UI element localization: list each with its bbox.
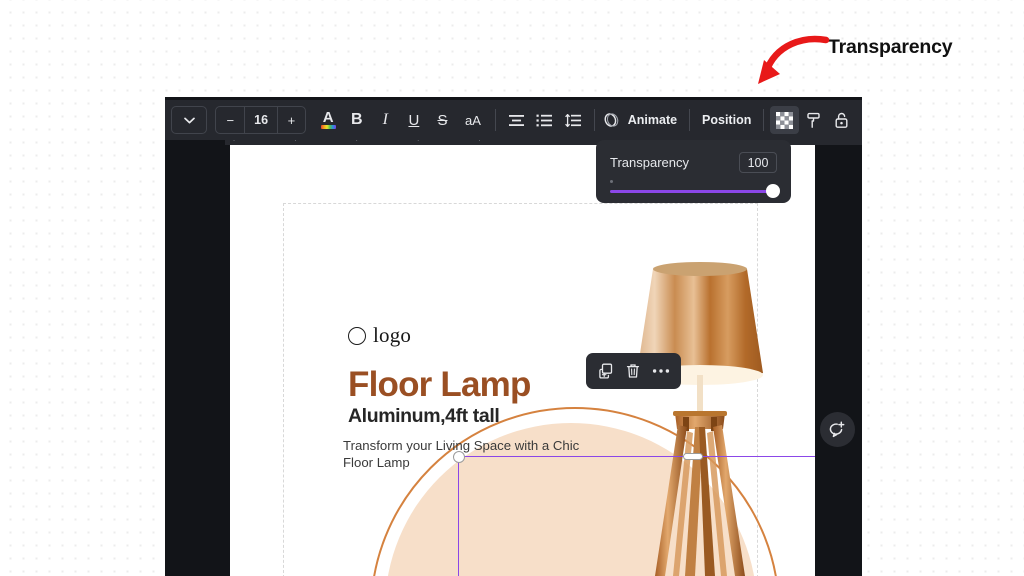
color-gradient-bar (320, 125, 336, 129)
object-context-toolbar (586, 353, 681, 389)
circle-outline-icon (348, 326, 366, 345)
transparency-popover: Transparency 100 (596, 140, 791, 203)
letter-case-icon[interactable]: aA (457, 106, 489, 134)
document-page[interactable]: logo Floor Lamp Aluminum,4ft tall Transf… (230, 145, 815, 576)
lock-open-icon[interactable] (827, 106, 856, 134)
toolbar-divider (689, 109, 691, 131)
chevron-down-icon[interactable] (172, 107, 206, 133)
logo-text: logo (373, 323, 412, 347)
line-spacing-icon[interactable] (559, 106, 588, 134)
bold-icon[interactable]: B (342, 106, 371, 134)
transparency-value-input[interactable]: 100 (739, 152, 777, 173)
animate-icon[interactable] (601, 106, 622, 134)
letter-a-glyph: A (322, 109, 334, 127)
text-format-toolbar: − 16 + A B I U S aA Animate Position (165, 100, 862, 140)
toolbar-divider (593, 109, 595, 131)
bold-glyph: B (350, 111, 363, 128)
paint-roller-icon[interactable] (799, 106, 828, 134)
duplicate-icon[interactable] (594, 359, 618, 383)
font-size-value: 16 (254, 113, 269, 127)
add-comment-button[interactable] (820, 412, 855, 447)
transparency-slider[interactable] (610, 180, 780, 198)
transparency-header: Transparency 100 (610, 152, 777, 173)
logo[interactable]: logo (348, 323, 411, 348)
font-size-stepper: − 16 + (215, 106, 306, 134)
italic-icon[interactable]: I (371, 106, 400, 134)
align-center-icon[interactable] (502, 106, 531, 134)
text-color-icon[interactable]: A (314, 106, 343, 134)
body-copy[interactable]: Transform your Living Space with a Chic … (343, 437, 593, 472)
letter-case-glyph: aA (465, 112, 481, 128)
underline-icon[interactable]: U (400, 106, 429, 134)
ellipsis-icon[interactable] (649, 359, 673, 383)
font-size-input[interactable]: 16 (244, 107, 277, 133)
underline-glyph: U (408, 111, 420, 129)
page-title[interactable]: Floor Lamp (348, 367, 531, 402)
toolbar-divider (763, 109, 765, 131)
slider-track[interactable] (610, 190, 777, 193)
canvas-area[interactable]: logo Floor Lamp Aluminum,4ft tall Transf… (165, 145, 862, 576)
strikethrough-icon[interactable]: S (428, 106, 457, 134)
add-comment-icon (829, 421, 845, 438)
slider-thumb[interactable] (766, 183, 780, 198)
strikethrough-glyph: S (437, 111, 448, 129)
floor-lamp-image[interactable] (615, 245, 785, 576)
animate-button[interactable]: Animate (622, 113, 683, 127)
font-size-increase-button[interactable]: + (276, 107, 305, 133)
page-subtitle[interactable]: Aluminum,4ft tall (348, 405, 500, 428)
transparency-checkerboard-icon[interactable] (770, 106, 799, 134)
transparency-label: Transparency (610, 155, 689, 170)
position-button[interactable]: Position (696, 113, 757, 127)
italic-glyph: I (382, 111, 388, 128)
expand-toolbar-group (171, 106, 208, 134)
font-size-decrease-button[interactable]: − (216, 107, 244, 133)
secondary-toolbar-text: ▾ ▾ ▾ ▾ ▾ (225, 140, 508, 144)
curved-arrow-down-left-icon (758, 35, 830, 84)
toolbar-divider (495, 109, 497, 131)
annotation-label: Transparency (828, 36, 953, 58)
slider-min-tick (610, 180, 613, 183)
trash-icon[interactable] (621, 359, 645, 383)
bullet-list-icon[interactable] (531, 106, 560, 134)
